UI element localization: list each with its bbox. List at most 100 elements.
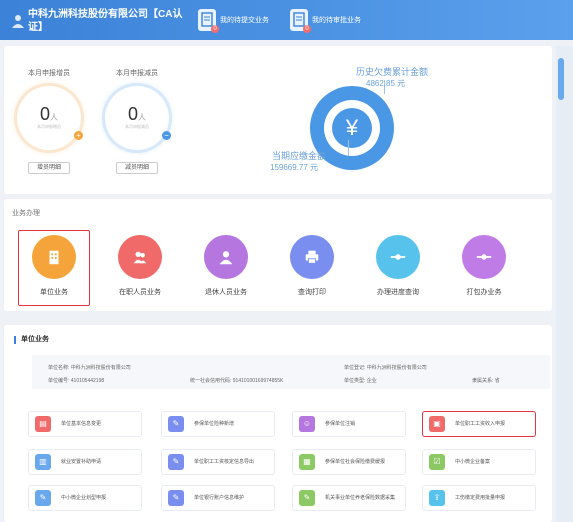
decrease-unit: 人 [138, 113, 146, 122]
task-badge: 0 [211, 25, 219, 33]
service-label: 单位基本信息变更 [61, 420, 102, 427]
biz-unit[interactable]: 单位业务 [18, 235, 90, 297]
service-insurance-add[interactable]: ✎ 参保单位险种新增 [161, 411, 275, 437]
info-value: 91410100169974855K [232, 378, 284, 384]
payable-title: 当期应缴金额 [272, 151, 327, 161]
biz-print[interactable]: 查询打印 [276, 235, 348, 297]
task-label: 我的待审批业务 [312, 17, 361, 24]
biz-label: 办理进度查询 [377, 289, 419, 296]
unit-info-box: 单位名称: 中科九洲科技股份有限公司 单位登记: 中科九洲科技股份有限公司 单位… [32, 355, 550, 389]
unit-reg-info: 单位登记: 中科九洲科技股份有限公司 [344, 364, 427, 371]
info-label: 统一社会信用代码: [190, 378, 232, 384]
business-title: 业务办理 [12, 210, 40, 217]
task-badge: 0 [303, 25, 311, 33]
biz-label: 打包办业务 [466, 289, 502, 296]
increase-number: 0 [39, 104, 50, 124]
bundle-icon [462, 235, 506, 279]
edit-icon: ✎ [299, 490, 315, 506]
printer-icon [290, 235, 334, 279]
building-icon [32, 235, 76, 279]
biz-progress[interactable]: 办理进度查询 [362, 235, 434, 297]
unit-name-info: 单位名称: 中科九洲科技股份有限公司 [48, 364, 131, 371]
unit-code-info: 单位编号: 410105442198 [48, 377, 104, 384]
page: 中科九洲科技股份有限公司【CA认证】 0 我的待提交业务 0 我的待审批业务 本… [0, 0, 573, 522]
increase-sub: 本月申报增员 [37, 124, 61, 129]
document-icon: 0 [290, 9, 311, 33]
service-wage-declare[interactable]: ▣ 单位职工工资收入申报 [422, 411, 536, 437]
info-label: 单位编号: [48, 378, 70, 384]
service-label: 参保单位社会保险缴费缓报 [325, 458, 386, 465]
biz-bundle[interactable]: 打包办业务 [448, 235, 520, 297]
increase-title: 本月申报增员 [28, 70, 70, 77]
info-value: 中科九洲科技股份有限公司 [366, 365, 427, 371]
user-remove-icon: ☺ [299, 416, 315, 432]
upload-icon: ⇪ [429, 490, 445, 506]
increase-unit: 人 [50, 113, 58, 122]
service-basic-info-change[interactable]: ▤ 单位基本信息变更 [28, 411, 142, 437]
service-employment-subsidy[interactable]: ▥ 就业安置补助申请 [28, 449, 142, 475]
increase-detail-button[interactable]: 增员明细 [28, 162, 70, 174]
service-label: 参保单位险种新增 [194, 420, 235, 427]
service-sme-filing[interactable]: ☑ 中小微企业备案 [422, 449, 536, 475]
payable-value: 159669.77 元 [270, 163, 319, 172]
service-injury-batch[interactable]: ⇪ 工伤缴定费用批量申报 [422, 485, 536, 511]
service-pension-data[interactable]: ✎ 机关事业单位养老保险数据采集 [292, 485, 406, 511]
service-label: 工伤缴定费用批量申报 [455, 494, 506, 501]
info-label: 隶属关系: [472, 378, 494, 384]
info-label: 单位名称: [48, 365, 70, 371]
info-value: 省 [494, 378, 500, 384]
service-label: 单位银行账户信息维护 [194, 494, 245, 501]
service-wage-export[interactable]: ✎ 单位职工工资核定信息导出 [161, 449, 275, 475]
minus-icon: − [162, 131, 171, 140]
edit-icon: ✎ [168, 490, 184, 506]
decrease-stat: 本月申报减员 0人 本月申报减员 − 减员明细 [97, 68, 177, 174]
service-label: 中小微企业划型申报 [61, 494, 107, 501]
info-value: 企业 [366, 378, 377, 384]
increase-value: 0人 [17, 104, 81, 125]
edit-icon: ✎ [35, 490, 51, 506]
service-label: 就业安置补助申请 [61, 458, 102, 465]
info-value: 410105442198 [70, 378, 105, 384]
pending-approve-task[interactable]: 0 我的待审批业务 [290, 6, 361, 34]
unit-business-section: 单位业务 单位名称: 中科九洲科技股份有限公司 单位登记: 中科九洲科技股份有限… [4, 325, 552, 522]
progress-icon [376, 235, 420, 279]
unit-rel-info: 隶属关系: 省 [472, 377, 500, 384]
service-unit-cancel[interactable]: ☺ 参保单位注销 [292, 411, 406, 437]
biz-employee[interactable]: 在职人员业务 [104, 235, 176, 297]
company-name: 中科九洲科技股份有限公司【CA认证】 [28, 9, 183, 33]
info-label: 单位登记: [344, 365, 366, 371]
increase-ring: 0人 本月申报增员 + [17, 86, 83, 150]
document-icon: 0 [198, 9, 219, 33]
decrease-number: 0 [127, 104, 138, 124]
task-label: 我的待提交业务 [220, 17, 269, 24]
biz-label: 退休人员业务 [205, 289, 247, 296]
biz-label: 单位业务 [40, 289, 68, 296]
leader-line [348, 140, 349, 156]
plus-icon: + [74, 131, 83, 140]
arrears-title: 历史欠费累计金额 [356, 67, 429, 77]
service-sme-classify[interactable]: ✎ 中小微企业划型申报 [28, 485, 142, 511]
arrears-value: 4862.85 元 [366, 79, 406, 88]
columns-icon: ▦ [299, 454, 315, 470]
service-label: 单位职工工资收入申报 [455, 420, 506, 427]
info-value: 中科九洲科技股份有限公司 [70, 365, 131, 371]
unit-title: 单位业务 [14, 336, 49, 344]
unit-type-info: 单位类型: 企业 [344, 377, 377, 384]
decrease-value: 0人 [105, 104, 169, 125]
service-label: 单位职工工资核定信息导出 [194, 458, 255, 465]
service-payment-defer[interactable]: ▦ 参保单位社会保险缴费缓报 [292, 449, 406, 475]
biz-retiree[interactable]: 退休人员业务 [190, 235, 262, 297]
service-label: 参保单位注销 [325, 420, 356, 427]
biz-label: 查询打印 [298, 289, 326, 296]
side-scroll-strip[interactable] [556, 46, 573, 522]
search-doc-icon: ▣ [429, 416, 445, 432]
stats-card: 本月申报增员 0人 本月申报增员 + 增员明细 本月申报减员 0人 本月申报减员… [4, 46, 552, 194]
service-bank-account[interactable]: ✎ 单位银行账户信息维护 [161, 485, 275, 511]
checklist-icon: ☑ [429, 454, 445, 470]
unit-credit-info: 统一社会信用代码: 91410100169974855K [190, 377, 283, 384]
pending-submit-task[interactable]: 0 我的待提交业务 [198, 6, 269, 34]
decrease-detail-button[interactable]: 减员明细 [116, 162, 158, 174]
person-icon [204, 235, 248, 279]
side-scroll-thumb[interactable] [558, 58, 564, 100]
service-label: 中小微企业备案 [455, 458, 491, 465]
